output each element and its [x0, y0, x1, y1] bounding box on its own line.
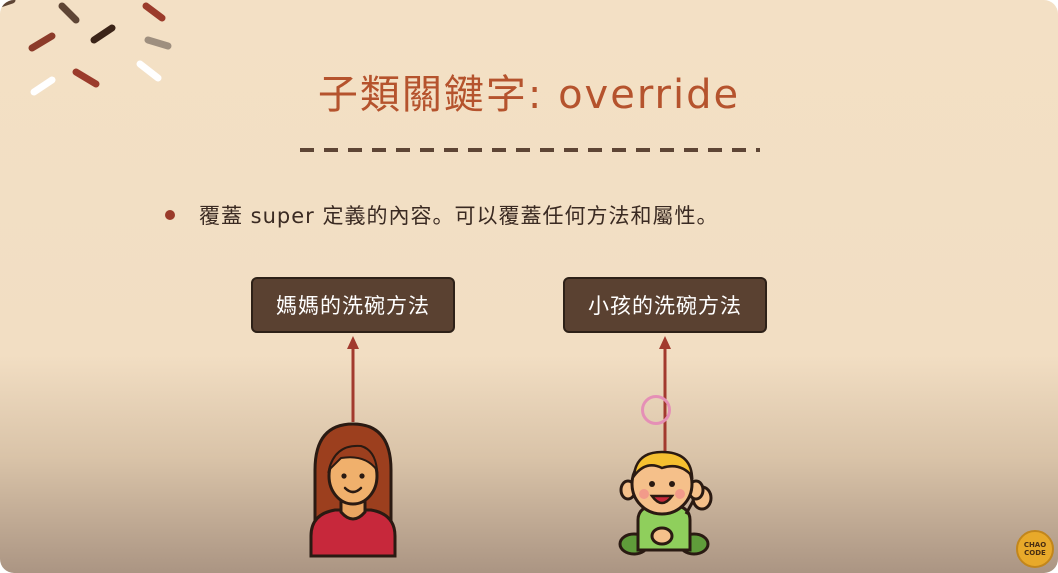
bullet-item: 覆蓋 super 定義的內容。可以覆蓋任何方法和屬性。	[165, 200, 718, 230]
dashed-divider	[300, 148, 760, 152]
presentation-slide: 子類關鍵字: override 覆蓋 super 定義的內容。可以覆蓋任何方法和…	[0, 0, 1058, 573]
kid-arrow-icon	[659, 336, 671, 454]
logo-line-1: CHAO	[1023, 541, 1047, 549]
mom-arrow-icon	[347, 336, 359, 422]
bullet-text: 覆蓋 super 定義的內容。可以覆蓋任何方法和屬性。	[199, 204, 719, 228]
cursor-click-indicator	[641, 395, 671, 425]
woman-icon	[309, 422, 397, 558]
bullet-dot-icon	[165, 210, 175, 220]
slide-title: 子類關鍵字: override	[317, 72, 741, 118]
logo-line-2: CODE	[1024, 549, 1046, 557]
channel-logo: CHAO CODE	[1016, 530, 1054, 568]
mom-method-box: 媽媽的洗碗方法	[251, 277, 455, 333]
kid-method-box: 小孩的洗碗方法	[563, 277, 767, 333]
baby-icon	[618, 450, 713, 556]
